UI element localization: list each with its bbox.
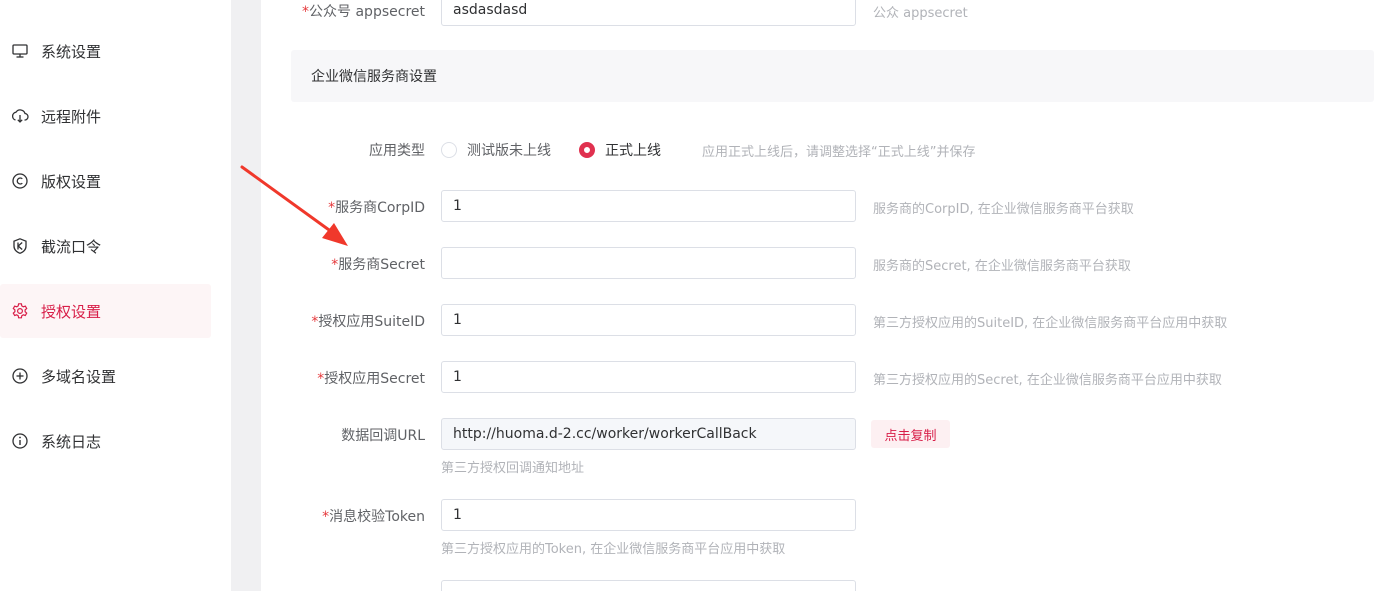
- suite-secret-input[interactable]: 1: [441, 361, 856, 393]
- sidebar-item-system-settings[interactable]: 系统设置: [0, 24, 211, 78]
- copyright-icon: [11, 172, 29, 190]
- plus-circle-icon: [11, 367, 29, 385]
- corp-id-hint: 服务商的CorpID, 在企业微信服务商平台获取: [873, 202, 1134, 217]
- provider-secret-hint: 服务商的Secret, 在企业微信服务商平台获取: [873, 259, 1131, 274]
- sidebar-item-label: 系统设置: [41, 42, 102, 61]
- section-title: 企业微信服务商设置: [311, 69, 437, 85]
- section-header: 企业微信服务商设置: [291, 50, 1374, 102]
- suite-id-label: *授权应用SuiteID: [311, 314, 425, 330]
- sidebar: 系统设置 远程附件 版权设置 截流口令 授权设置 多域名设置 系统日志: [0, 0, 231, 591]
- callback-url-label: 数据回调URL: [341, 428, 425, 444]
- sidebar-item-intercept-code[interactable]: 截流口令: [0, 219, 211, 273]
- layout-gutter: [231, 0, 261, 591]
- corp-id-input[interactable]: 1: [441, 190, 856, 222]
- radio-test-version[interactable]: 测试版未上线: [441, 140, 551, 160]
- app-type-hint: 应用正式上线后，请调整选择“正式上线”并保存: [702, 145, 976, 160]
- app-type-label: 应用类型: [369, 143, 425, 159]
- copy-button[interactable]: 点击复制: [871, 420, 950, 448]
- sidebar-item-label: 多域名设置: [41, 367, 117, 386]
- appsecret-label: *公众号 appsecret: [302, 4, 425, 20]
- suite-id-hint: 第三方授权应用的SuiteID, 在企业微信服务商平台应用中获取: [873, 316, 1228, 331]
- radio-circle: [441, 142, 457, 158]
- monitor-icon: [11, 42, 29, 60]
- provider-secret-input[interactable]: [441, 247, 856, 279]
- sidebar-item-label: 授权设置: [41, 302, 102, 321]
- gear-icon: [11, 302, 29, 320]
- sidebar-item-label: 版权设置: [41, 172, 102, 191]
- sidebar-item-label: 远程附件: [41, 107, 102, 126]
- radio-label: 测试版未上线: [467, 143, 551, 159]
- info-icon: [11, 432, 29, 450]
- sidebar-item-auth-settings[interactable]: 授权设置: [0, 284, 211, 338]
- appsecret-input[interactable]: asdasdasd: [441, 0, 856, 26]
- callback-url-input[interactable]: http://huoma.d-2.cc/worker/workerCallBac…: [441, 418, 856, 450]
- sidebar-item-copyright[interactable]: 版权设置: [0, 154, 211, 208]
- token-hint: 第三方授权应用的Token, 在企业微信服务商平台应用中获取: [441, 542, 786, 557]
- cloud-download-icon: [11, 107, 29, 125]
- corp-id-label: *服务商CorpID: [328, 200, 425, 216]
- sidebar-item-multi-domain[interactable]: 多域名设置: [0, 349, 211, 403]
- token-input[interactable]: 1: [441, 499, 856, 531]
- suite-secret-hint: 第三方授权应用的Secret, 在企业微信服务商平台应用中获取: [873, 373, 1222, 388]
- sidebar-item-label: 系统日志: [41, 432, 102, 451]
- sidebar-item-label: 截流口令: [41, 237, 102, 256]
- callback-url-hint: 第三方授权回调通知地址: [441, 461, 585, 476]
- k-shield-icon: [11, 237, 29, 255]
- sidebar-item-remote-attachments[interactable]: 远程附件: [0, 89, 211, 143]
- token-label: *消息校验Token: [322, 509, 425, 525]
- radio-circle: [579, 142, 595, 158]
- radio-label: 正式上线: [605, 143, 661, 159]
- sidebar-item-system-log[interactable]: 系统日志: [0, 414, 211, 468]
- suite-id-input[interactable]: 1: [441, 304, 856, 336]
- next-field-input[interactable]: [441, 580, 856, 591]
- radio-production[interactable]: 正式上线: [579, 140, 661, 160]
- provider-secret-label: *服务商Secret: [331, 257, 425, 273]
- appsecret-hint: 公众 appsecret: [873, 6, 968, 21]
- suite-secret-label: *授权应用Secret: [317, 371, 425, 387]
